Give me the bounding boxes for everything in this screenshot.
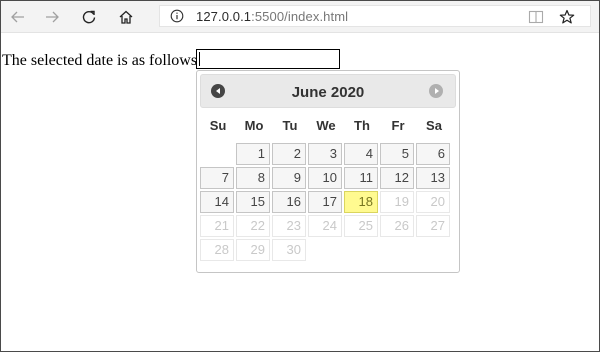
home-icon (119, 10, 133, 24)
back-arrow-icon (11, 11, 24, 23)
favorite-button[interactable] (556, 1, 578, 32)
day-cell: 22 (236, 215, 270, 237)
reading-view-button[interactable] (525, 1, 547, 32)
url-host: 127.0.0.1 (196, 9, 252, 24)
day-cell: 19 (380, 191, 414, 213)
day-cell[interactable]: 17 (308, 191, 342, 213)
day-cell: 29 (236, 239, 270, 261)
day-cell[interactable]: 11 (344, 167, 378, 189)
page-content: The selected date is as follows: June 20… (1, 33, 599, 351)
day-cell: 27 (416, 215, 450, 237)
url-path: :5500/index.html (251, 9, 349, 24)
url-text: 127.0.0.1:5500/index.html (196, 9, 348, 24)
day-cell[interactable]: 14 (200, 191, 234, 213)
day-cell: 25 (344, 215, 378, 237)
day-cell[interactable]: 7 (200, 167, 234, 189)
day-cell[interactable]: 3 (308, 143, 342, 165)
datepicker-calendar: June 2020 Su Mo Tu We Th Fr Sa 1 2 3 4 5 6 7 8 9 10 11 12… (196, 70, 460, 273)
back-button[interactable] (5, 4, 31, 30)
day-cell[interactable]: 10 (308, 167, 342, 189)
browser-toolbar: 127.0.0.1:5500/index.html (1, 1, 599, 33)
home-button[interactable] (113, 4, 139, 30)
day-cell: 23 (272, 215, 306, 237)
day-grid: 1 2 3 4 5 6 7 8 9 10 11 12 13 14 15 16 17 18 19 20 21 22 23 24 2… (197, 71, 461, 274)
date-label: The selected date is as follows: (2, 52, 202, 69)
day-cell[interactable]: 13 (416, 167, 450, 189)
info-icon[interactable] (170, 9, 184, 23)
refresh-button[interactable] (76, 4, 102, 30)
text-caret (199, 52, 200, 66)
day-cell[interactable]: 1 (236, 143, 270, 165)
day-cell[interactable]: 9 (272, 167, 306, 189)
day-cell-today[interactable]: 18 (344, 191, 378, 213)
refresh-icon (82, 10, 96, 24)
day-cell: 30 (272, 239, 306, 261)
reading-view-icon (528, 10, 544, 23)
day-cell[interactable]: 12 (380, 167, 414, 189)
day-cell[interactable]: 16 (272, 191, 306, 213)
day-cell: 26 (380, 215, 414, 237)
day-cell: 20 (416, 191, 450, 213)
day-cell[interactable]: 8 (236, 167, 270, 189)
date-input[interactable] (196, 49, 340, 69)
forward-arrow-icon (46, 11, 59, 23)
forward-button[interactable] (39, 4, 65, 30)
day-cell[interactable]: 6 (416, 143, 450, 165)
day-cell: 21 (200, 215, 234, 237)
day-cell[interactable]: 5 (380, 143, 414, 165)
day-cell: 24 (308, 215, 342, 237)
day-cell[interactable]: 4 (344, 143, 378, 165)
day-cell[interactable]: 15 (236, 191, 270, 213)
day-cell[interactable]: 2 (272, 143, 306, 165)
day-cell: 28 (200, 239, 234, 261)
star-icon (559, 9, 575, 23)
browser-window: 127.0.0.1:5500/index.html The selected d… (0, 0, 600, 352)
